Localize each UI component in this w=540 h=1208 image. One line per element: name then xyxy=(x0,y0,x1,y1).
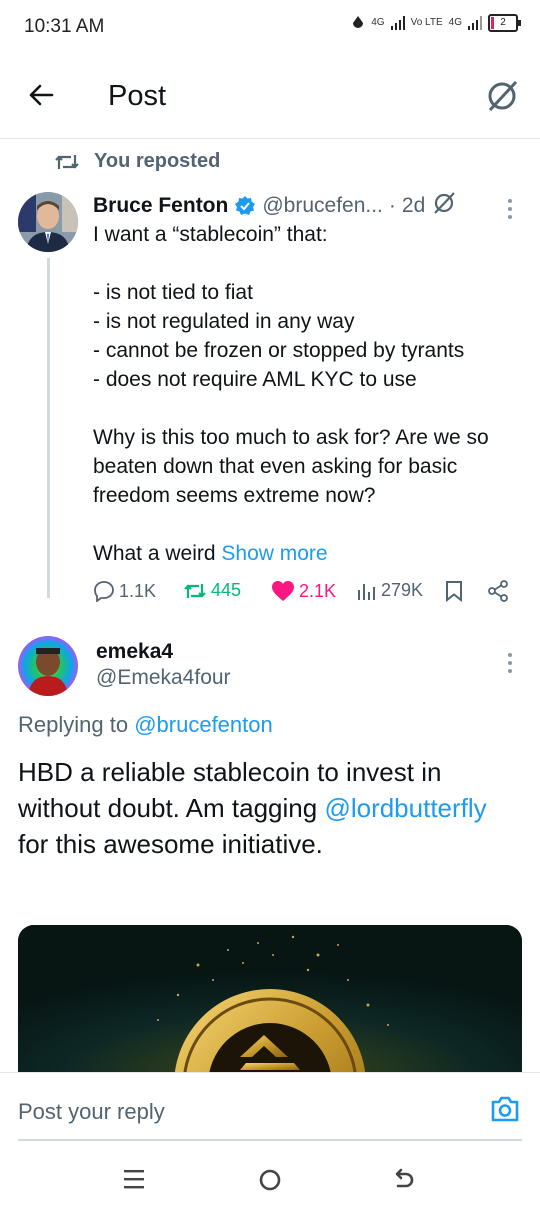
tweet-last-line: What a weird Show more xyxy=(93,539,533,568)
reply-count: 1.1K xyxy=(119,580,157,601)
data-saver-icon xyxy=(353,16,364,28)
reply-more-options-icon[interactable] xyxy=(506,652,514,674)
author-name[interactable]: Bruce Fenton xyxy=(93,194,228,218)
tweet-blank-line xyxy=(93,249,533,278)
signal-label-2: Vo LTE xyxy=(410,17,443,28)
tweet-age: 2d xyxy=(401,194,426,217)
tweet-line: - cannot be frozen or stopped by tyrants xyxy=(93,339,465,362)
mention-link[interactable]: @lordbutterfly xyxy=(324,793,486,823)
signal-bars-icon xyxy=(390,16,405,30)
battery-icon: 2 xyxy=(488,14,521,32)
tweet-blank-line xyxy=(93,394,533,423)
back-arrow-icon[interactable] xyxy=(26,80,56,115)
signal-label-3: 4G xyxy=(448,17,462,28)
reply-body: HBD a reliable stablecoin to invest in w… xyxy=(18,754,518,862)
author-handle[interactable]: @brucefen... xyxy=(262,194,383,218)
heart-icon xyxy=(272,581,294,601)
views-button[interactable]: 279K xyxy=(357,580,423,601)
verified-badge-icon xyxy=(235,196,256,215)
tweet-line: - is not regulated in any way xyxy=(93,310,355,333)
share-icon xyxy=(488,580,508,602)
reply-composer: Post your reply xyxy=(0,1072,540,1149)
signal-label-1: 4G xyxy=(371,17,385,28)
reply-author-name[interactable]: emeka4 xyxy=(96,640,173,664)
reply-input-underline xyxy=(18,1139,522,1141)
avatar-emeka[interactable] xyxy=(18,636,78,696)
signal-bars-icon-2 xyxy=(468,16,482,30)
share-button[interactable] xyxy=(487,580,509,602)
reply-text-after: for this awesome initiative. xyxy=(18,829,323,859)
show-more-link[interactable]: Show more xyxy=(221,542,327,565)
back-nav-icon[interactable] xyxy=(392,1168,416,1197)
tweet-actions: 1.1K 445 2.1K 279K xyxy=(93,580,513,606)
tweet-line: - does not require AML KYC to use xyxy=(93,368,417,391)
reply-input[interactable]: Post your reply xyxy=(18,1099,165,1125)
repost-button[interactable]: 445 xyxy=(183,580,241,601)
page-title: Post xyxy=(108,80,167,112)
reply-button[interactable]: 1.1K xyxy=(93,580,156,602)
views-chart-icon xyxy=(358,583,375,600)
top-app-bar: Post xyxy=(0,56,540,139)
repost-count: 445 xyxy=(211,580,242,600)
tweet-line: What a weird xyxy=(93,542,216,565)
replying-to-link[interactable]: @brucefenton xyxy=(134,712,273,737)
status-icons: 4G Vo LTE 4G 2 xyxy=(351,14,521,32)
replying-prefix: Replying to xyxy=(18,712,129,737)
system-nav-bar xyxy=(0,1148,540,1208)
bookmark-button[interactable] xyxy=(445,580,463,602)
replying-to: Replying to @brucefenton xyxy=(18,712,273,738)
camera-icon[interactable] xyxy=(490,1095,520,1128)
reply-media-image[interactable] xyxy=(18,925,522,1075)
repost-label: You reposted xyxy=(94,150,221,172)
repost-notice: You reposted xyxy=(54,150,220,173)
tweet-author: Bruce Fenton @brucefen... · 2d xyxy=(93,190,457,222)
tweet-body: I want a “stablecoin” that: - is not tie… xyxy=(93,220,533,568)
tweet-line: Why is this too much to ask for? Are we … xyxy=(93,426,489,507)
grok-small-icon[interactable] xyxy=(431,190,457,222)
avatar-bruce[interactable] xyxy=(18,192,78,252)
more-options-icon[interactable] xyxy=(506,198,514,220)
tweet-line: I want a “stablecoin” that: xyxy=(93,223,328,246)
home-icon[interactable] xyxy=(258,1168,282,1197)
views-count: 279K xyxy=(381,580,424,600)
status-time: 10:31 AM xyxy=(24,16,105,37)
like-button[interactable]: 2.1K xyxy=(271,580,336,602)
bookmark-icon xyxy=(446,581,462,602)
reply-icon xyxy=(94,581,114,602)
tweet-blank-line xyxy=(93,510,533,539)
recent-apps-icon[interactable] xyxy=(123,1168,145,1195)
repost-icon xyxy=(55,154,79,169)
reply-author-handle[interactable]: @Emeka4four xyxy=(96,666,231,690)
like-count: 2.1K xyxy=(299,580,337,601)
repost-icon xyxy=(184,583,206,598)
thread-line xyxy=(47,258,50,598)
tweet-line: - is not tied to fiat xyxy=(93,281,253,304)
time-separator: · xyxy=(388,194,396,217)
status-bar: 10:31 AM 4G Vo LTE 4G 2 xyxy=(0,0,540,56)
grok-icon[interactable] xyxy=(484,78,520,119)
